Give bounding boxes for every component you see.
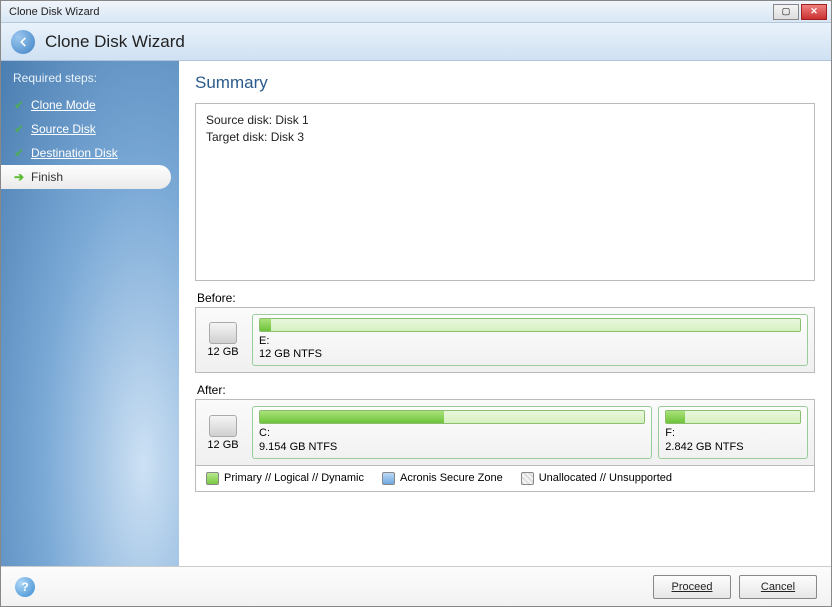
partition-desc: 12 GB NTFS: [259, 348, 801, 361]
help-button[interactable]: ?: [15, 577, 35, 597]
target-disk-line: Target disk: Disk 3: [206, 129, 804, 146]
legend-label: Acronis Secure Zone: [400, 472, 503, 484]
legend-label: Primary // Logical // Dynamic: [224, 472, 364, 484]
before-disk-panel: 12 GB E: 12 GB NTFS: [195, 307, 815, 373]
step-label: Finish: [31, 170, 63, 184]
partition-e[interactable]: E: 12 GB NTFS: [252, 314, 808, 366]
legend-label: Unallocated // Unsupported: [539, 472, 672, 484]
legend-secure-zone: Acronis Secure Zone: [382, 472, 503, 485]
partitions: C: 9.154 GB NTFS F: 2.842 GB NTFS: [252, 406, 808, 458]
maximize-button[interactable]: ▢: [773, 4, 799, 20]
footer: ? Proceed Cancel: [1, 566, 831, 606]
header-title: Clone Disk Wizard: [45, 32, 185, 52]
step-label: Clone Mode: [31, 98, 96, 112]
step-destination-disk[interactable]: ✔ Destination Disk: [1, 141, 179, 165]
partition-c[interactable]: C: 9.154 GB NTFS: [252, 406, 652, 458]
check-icon: ✔: [13, 98, 25, 112]
legend-unallocated: Unallocated // Unsupported: [521, 472, 672, 485]
step-source-disk[interactable]: ✔ Source Disk: [1, 117, 179, 141]
arrow-right-icon: ➔: [13, 170, 25, 184]
check-icon: ✔: [13, 146, 25, 160]
disk-size-label: 12 GB: [207, 439, 238, 451]
source-disk-line: Source disk: Disk 1: [206, 112, 804, 129]
sidebar: Required steps: ✔ Clone Mode ✔ Source Di…: [1, 61, 179, 566]
swatch-icon: [521, 472, 534, 485]
partition-usage-bar: [665, 410, 801, 424]
legend: Primary // Logical // Dynamic Acronis Se…: [195, 466, 815, 492]
required-steps-label: Required steps:: [1, 67, 179, 93]
window-title: Clone Disk Wizard: [5, 6, 773, 18]
partition-letter: C:: [259, 427, 645, 440]
after-label: After:: [197, 383, 815, 397]
disk-row: 12 GB C: 9.154 GB NTFS F: 2.842 GB NTFS: [202, 406, 808, 458]
window-controls: ▢ ✕: [773, 4, 827, 20]
partition-desc: 9.154 GB NTFS: [259, 441, 645, 454]
swatch-icon: [382, 472, 395, 485]
after-disk-panel: 12 GB C: 9.154 GB NTFS F: 2.842 GB NTFS: [195, 399, 815, 465]
disk-size-label: 12 GB: [207, 346, 238, 358]
back-button[interactable]: [11, 30, 35, 54]
close-button[interactable]: ✕: [801, 4, 827, 20]
step-finish: ➔ Finish: [1, 165, 171, 189]
partition-usage-bar: [259, 410, 645, 424]
step-clone-mode[interactable]: ✔ Clone Mode: [1, 93, 179, 117]
titlebar: Clone Disk Wizard ▢ ✕: [1, 1, 831, 23]
body: Required steps: ✔ Clone Mode ✔ Source Di…: [1, 61, 831, 566]
disk-row: 12 GB E: 12 GB NTFS: [202, 314, 808, 366]
disk-icon-column: 12 GB: [202, 314, 244, 366]
disk-icon: [209, 415, 237, 437]
partition-letter: E:: [259, 335, 801, 348]
check-icon: ✔: [13, 122, 25, 136]
main-content: Summary Source disk: Disk 1 Target disk:…: [179, 61, 831, 566]
proceed-button[interactable]: Proceed: [653, 575, 731, 599]
step-label: Source Disk: [31, 122, 96, 136]
disk-icon: [209, 322, 237, 344]
partition-letter: F:: [665, 427, 801, 440]
header: Clone Disk Wizard: [1, 23, 831, 61]
step-label: Destination Disk: [31, 146, 118, 160]
disk-icon-column: 12 GB: [202, 406, 244, 458]
swatch-icon: [206, 472, 219, 485]
partition-desc: 2.842 GB NTFS: [665, 441, 801, 454]
summary-info-box: Source disk: Disk 1 Target disk: Disk 3: [195, 103, 815, 281]
partition-usage-bar: [259, 318, 801, 332]
wizard-window: Clone Disk Wizard ▢ ✕ Clone Disk Wizard …: [0, 0, 832, 607]
cancel-button[interactable]: Cancel: [739, 575, 817, 599]
page-title: Summary: [195, 73, 815, 93]
before-label: Before:: [197, 291, 815, 305]
back-arrow-icon: [16, 35, 30, 49]
partition-f[interactable]: F: 2.842 GB NTFS: [658, 406, 808, 458]
legend-primary: Primary // Logical // Dynamic: [206, 472, 364, 485]
partitions: E: 12 GB NTFS: [252, 314, 808, 366]
